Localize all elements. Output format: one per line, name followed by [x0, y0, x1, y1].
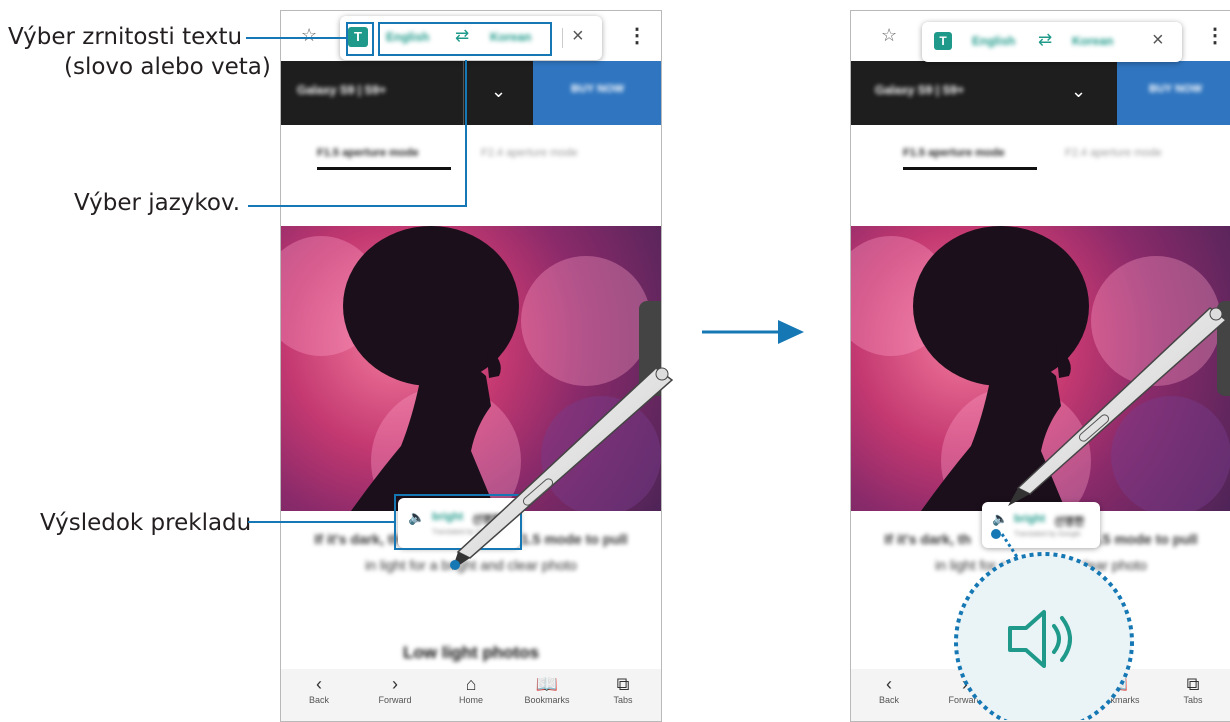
overflow-menu-icon[interactable]: ⋮: [627, 23, 647, 48]
nav-bookmarks-button[interactable]: 📖Bookmarks: [517, 673, 577, 705]
translate-toolbar-right: T English ⇄ Korean ×: [922, 22, 1182, 62]
chevron-down-icon[interactable]: ⌄: [491, 81, 506, 102]
next-step-arrow: [702, 320, 804, 344]
callout-granularity: Výber zrnitosti textu: [8, 24, 243, 50]
aperture-subnav: F1.5 aperture mode F2.4 aperture mode: [281, 125, 661, 195]
callout-languages: Výber jazykov.: [74, 190, 241, 216]
chevron-right-icon: ›: [392, 674, 398, 694]
text-granularity-icon: T: [939, 34, 947, 48]
nav-back-button[interactable]: ‹ Back: [289, 673, 349, 705]
subnav-tab-inactive[interactable]: F2.4 aperture mode: [481, 147, 578, 159]
browser-bottom-nav: ‹ Back › Forward ⌂ Home 📖 Bookmarks ⧉ Tabs: [281, 669, 661, 721]
tabs-icon: ⧉: [1186, 674, 1200, 694]
chevron-left-icon: ‹: [316, 674, 322, 694]
callout-result: Výsledok prekladu: [40, 510, 252, 536]
highlight-granularity: [346, 22, 374, 56]
overflow-menu-icon[interactable]: ⋮: [1205, 23, 1225, 48]
pen-hover-dot-left: [450, 560, 460, 570]
subnav-tab-active[interactable]: F1.5 aperture mode: [317, 147, 418, 159]
star-icon[interactable]: ☆: [301, 25, 317, 46]
home-icon: ⌂: [465, 674, 477, 694]
granularity-toggle-button[interactable]: T: [934, 32, 952, 50]
buy-now-button[interactable]: BUY NOW: [533, 61, 661, 125]
target-language-select[interactable]: Korean: [1072, 34, 1113, 48]
chevron-down-icon[interactable]: ⌄: [1071, 81, 1086, 102]
aperture-subnav-right: F1.5 aperture mode F2.4 aperture mode: [851, 125, 1230, 195]
swap-arrows-icon[interactable]: ⇄: [1038, 30, 1052, 50]
s-pen-right: [1008, 307, 1228, 506]
speaker-icon-zoomed[interactable]: [1004, 604, 1084, 674]
tab-title: Galaxy S9 | S9+: [297, 83, 387, 97]
close-icon[interactable]: ×: [572, 25, 584, 48]
tabs-icon: ⧉: [616, 674, 630, 694]
nav-forward-button[interactable]: ›Forward: [365, 673, 425, 705]
nav-tabs-button[interactable]: ⧉ Tabs: [593, 673, 653, 705]
speaker-icon: [1008, 610, 1072, 668]
nav-back-button[interactable]: ‹ Back: [859, 673, 919, 705]
close-icon[interactable]: ×: [1152, 29, 1164, 52]
source-language-select[interactable]: English: [972, 34, 1015, 48]
nav-tabs-button[interactable]: ⧉ Tabs: [1163, 673, 1223, 705]
site-tab-bar-right: Galaxy S9 | S9+ ⌄ BUY NOW: [851, 61, 1230, 125]
book-icon: 📖: [535, 674, 559, 694]
site-tab-bar: Galaxy S9 | S9+ ⌄ BUY NOW: [281, 61, 661, 125]
buy-now-button-right[interactable]: BUY NOW: [1117, 61, 1230, 125]
highlight-languages: [378, 22, 552, 56]
star-icon[interactable]: ☆: [881, 25, 897, 46]
section-title: Low light photos: [403, 643, 539, 662]
chevron-left-icon: ‹: [886, 674, 892, 694]
callout-granularity-sub: (slovo alebo veta): [64, 54, 271, 80]
s-pen-left: [452, 367, 674, 570]
nav-home-button[interactable]: ⌂Home: [441, 673, 501, 705]
